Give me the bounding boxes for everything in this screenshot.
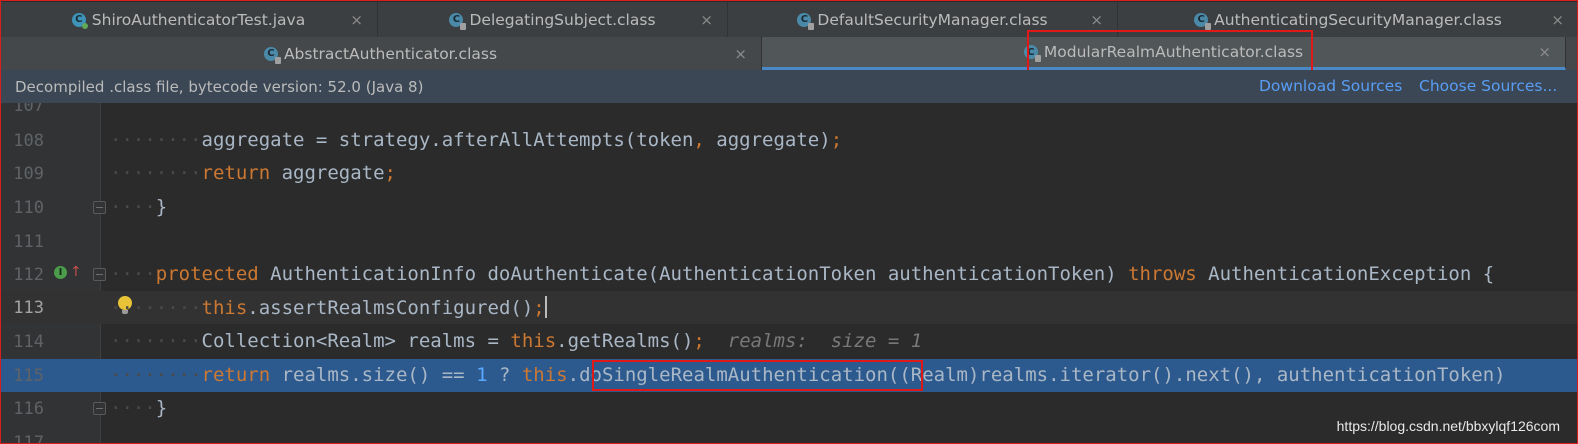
- code-text: ········this.assertRealmsConfigured();: [110, 296, 547, 319]
- line-number: 116: [13, 399, 44, 419]
- line-number: 113: [13, 298, 44, 318]
- code-text: ········aggregate = strategy.afterAllAtt…: [110, 129, 843, 151]
- line-number: 109: [13, 164, 44, 184]
- close-icon[interactable]: ×: [350, 11, 363, 29]
- fold-icon[interactable]: [93, 201, 106, 214]
- watermark: https://blog.csdn.net/bbxylqf126com: [1336, 418, 1560, 434]
- tab-label: AuthenticatingSecurityManager.class: [1214, 10, 1502, 29]
- code-line: 108 ········aggregate = strategy.afterAl…: [0, 124, 1578, 157]
- code-line-current: 113 ········this.assertRealmsConfigured(…: [0, 291, 1578, 324]
- java-class-icon: C: [71, 12, 88, 29]
- tab-modular-realm-authenticator[interactable]: C ModularRealmAuthenticator.class ×: [762, 37, 1566, 70]
- tab-label: DefaultSecurityManager.class: [817, 10, 1048, 29]
- tab-default-security-manager[interactable]: C DefaultSecurityManager.class ×: [728, 2, 1118, 37]
- code-line: 112 I ↑ ····protected AuthenticationInfo…: [0, 258, 1578, 291]
- tab-label: DelegatingSubject.class: [469, 10, 656, 29]
- code-text: ········Collection<Realm> realms = this.…: [110, 330, 923, 352]
- editor-tabs-row-1: C ShiroAuthenticatorTest.java × C Delega…: [0, 2, 1578, 38]
- tab-label: ShiroAuthenticatorTest.java: [91, 10, 306, 29]
- line-number: 117: [13, 433, 44, 444]
- tab-label: ModularRealmAuthenticator.class: [1043, 43, 1304, 61]
- code-line: 110 ····}: [0, 191, 1578, 224]
- code-text: ····}: [110, 397, 168, 419]
- editor-tabs-row-2: C AbstractAuthenticator.class × C Modula…: [0, 37, 1578, 70]
- tab-abstract-authenticator[interactable]: C AbstractAuthenticator.class ×: [0, 37, 762, 70]
- choose-sources-link[interactable]: Choose Sources...: [1419, 77, 1557, 95]
- fold-icon[interactable]: [93, 268, 106, 281]
- code-text: ····}: [110, 196, 168, 218]
- line-number: 114: [13, 332, 44, 352]
- debug-inline-value: realms: size = 1: [704, 330, 923, 352]
- close-icon[interactable]: ×: [1538, 43, 1551, 61]
- fold-icon[interactable]: [93, 402, 106, 415]
- line-number: 115: [13, 366, 44, 386]
- code-line: 109 ········return aggregate;: [0, 157, 1578, 190]
- tab-shiro-authenticator-test[interactable]: C ShiroAuthenticatorTest.java ×: [0, 2, 378, 37]
- implementation-marker-icon[interactable]: I: [54, 266, 67, 279]
- class-file-icon: C: [263, 46, 281, 64]
- info-text: Decompiled .class file, bytecode version…: [15, 78, 424, 96]
- close-icon[interactable]: ×: [700, 11, 713, 29]
- decompiled-info-bar: Decompiled .class file, bytecode version…: [0, 70, 1578, 103]
- class-file-icon: C: [1023, 45, 1041, 62]
- line-number: 108: [13, 131, 44, 151]
- download-sources-link[interactable]: Download Sources: [1259, 77, 1402, 95]
- code-editor[interactable]: 107 108 ········aggregate = strategy.aft…: [0, 103, 1578, 444]
- close-icon[interactable]: ×: [1090, 11, 1103, 29]
- code-text: ····protected AuthenticationInfo doAuthe…: [110, 263, 1495, 285]
- code-line-execution-point: 115 ········return realms.size() == 1 ? …: [0, 359, 1578, 392]
- code-text: ········return realms.size() == 1 ? this…: [110, 364, 1506, 386]
- code-line: 107: [0, 103, 1578, 122]
- up-arrow-icon: ↑: [70, 264, 82, 280]
- line-number: 107: [13, 103, 44, 116]
- tab-authenticating-security-manager[interactable]: C AuthenticatingSecurityManager.class ×: [1118, 2, 1578, 37]
- code-line: 111: [0, 225, 1578, 258]
- tab-label: AbstractAuthenticator.class: [283, 44, 498, 63]
- tab-delegating-subject[interactable]: C DelegatingSubject.class ×: [378, 2, 728, 37]
- code-text: ········return aggregate;: [110, 162, 396, 184]
- class-file-icon: C: [449, 12, 467, 30]
- close-icon[interactable]: ×: [734, 45, 747, 63]
- line-number: 111: [13, 232, 44, 252]
- line-number: 112: [13, 265, 44, 285]
- text-cursor: [544, 296, 547, 318]
- method-call: doSingleRealmAuthentication: [579, 364, 888, 386]
- line-number: 110: [13, 198, 44, 218]
- class-file-icon: C: [1194, 12, 1212, 30]
- code-line: 114 ········Collection<Realm> realms = t…: [0, 325, 1578, 358]
- close-icon[interactable]: ×: [1551, 11, 1564, 29]
- class-file-icon: C: [797, 12, 815, 30]
